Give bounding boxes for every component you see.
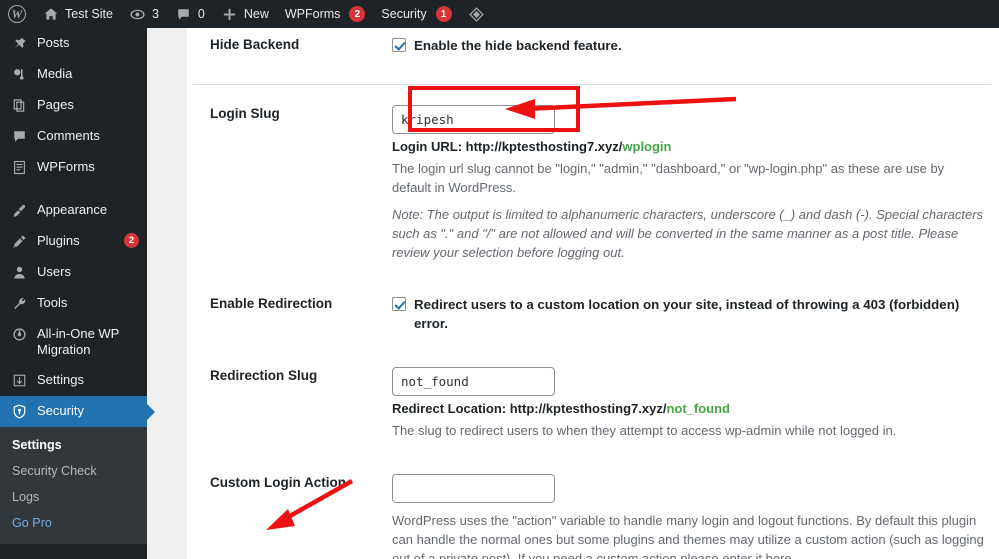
shield-icon xyxy=(10,403,28,420)
wpforms-badge: 2 xyxy=(349,6,366,22)
settings-icon xyxy=(10,372,28,389)
plugins-update-badge: 2 xyxy=(124,233,139,248)
redirection-slug-input[interactable] xyxy=(392,367,555,396)
migration-icon xyxy=(10,326,28,343)
row-divider xyxy=(193,84,991,85)
security-label: Security xyxy=(381,7,427,21)
submenu-item-security-check[interactable]: Security Check xyxy=(0,458,147,484)
enable-redirection-label: Enable Redirection xyxy=(210,296,333,311)
hide-backend-checkbox-label: Enable the hide backend feature. xyxy=(414,38,622,53)
sidebar-item-security[interactable]: Security xyxy=(0,396,147,427)
updates-icon xyxy=(129,5,147,23)
wpforms-label: WPForms xyxy=(284,7,341,21)
row-hide-backend: Hide Backend Enable the hide backend fea… xyxy=(187,28,999,63)
sidebar-label: All-in-One WP Migration xyxy=(37,326,120,357)
brush-icon xyxy=(10,202,28,219)
security-submenu: Settings Security Check Logs Go Pro xyxy=(0,427,147,544)
sidebar-label: Security xyxy=(37,403,84,418)
submenu-item-settings[interactable]: Settings xyxy=(0,432,147,458)
custom-login-action-label: Custom Login Action xyxy=(210,475,346,490)
comments-menu[interactable]: 0 xyxy=(167,0,213,28)
sidebar-item-plugins[interactable]: Plugins 2 xyxy=(0,226,147,257)
login-slug-label: Login Slug xyxy=(210,106,280,121)
admin-sidebar: Posts Media Pages Comments WPForms Appea… xyxy=(0,28,147,559)
new-content-menu[interactable]: New xyxy=(213,0,277,28)
admin-bar: W Test Site 3 0 New WPForms 2 Security 1 xyxy=(0,0,999,28)
wp-logo-menu[interactable]: W xyxy=(0,0,34,28)
security-menu[interactable]: Security 1 xyxy=(373,0,459,28)
row-enable-redirection: Enable Redirection Redirect users to a c… xyxy=(187,287,999,341)
comment-icon xyxy=(175,5,193,23)
redirect-location-line: Redirect Location: http://kptesthosting7… xyxy=(392,400,985,418)
user-icon xyxy=(10,264,28,281)
home-icon xyxy=(42,5,60,23)
site-name-label: Test Site xyxy=(65,7,113,21)
submenu-item-go-pro[interactable]: Go Pro xyxy=(0,510,147,536)
sidebar-label: Plugins xyxy=(37,233,80,248)
enable-redirection-checkbox-label: Redirect users to a custom location on y… xyxy=(414,297,960,331)
hide-backend-label: Hide Backend xyxy=(210,37,300,52)
sidebar-label: Appearance xyxy=(37,202,108,217)
sidebar-label: Pages xyxy=(37,97,74,112)
wrench-icon xyxy=(10,295,28,312)
login-slug-note: Note: The output is limited to alphanume… xyxy=(392,207,984,260)
redirection-slug-help: The slug to redirect users to when they … xyxy=(392,423,897,438)
sidebar-item-comments[interactable]: Comments xyxy=(0,121,147,152)
sidebar-item-settings[interactable]: Settings xyxy=(0,365,147,396)
gem-menu[interactable] xyxy=(460,0,494,28)
row-login-slug: Login Slug Login URL: http://kptesthosti… xyxy=(187,97,999,270)
sidebar-item-tools[interactable]: Tools xyxy=(0,288,147,319)
sidebar-item-all-in-one-wp-migration[interactable]: All-in-One WP Migration xyxy=(0,319,147,365)
sidebar-label: Comments xyxy=(37,128,100,143)
new-content-label: New xyxy=(243,7,269,21)
redirect-url-prefix: Redirect Location: http://kptesthosting7… xyxy=(392,401,667,416)
sidebar-item-posts[interactable]: Posts xyxy=(0,28,147,59)
pages-icon xyxy=(10,97,28,114)
sidebar-label: Tools xyxy=(37,295,68,310)
settings-content: Hide Backend Enable the hide backend fea… xyxy=(187,28,999,559)
media-icon xyxy=(10,66,28,83)
wordpress-logo-icon: W xyxy=(8,5,26,23)
sidebar-label: Users xyxy=(37,264,71,279)
wordpress-admin-screen: W Test Site 3 0 New WPForms 2 Security 1… xyxy=(0,0,999,559)
plus-icon xyxy=(221,5,239,23)
sidebar-separator xyxy=(0,183,147,195)
submenu-item-logs[interactable]: Logs xyxy=(0,484,147,510)
updates-menu[interactable]: 3 xyxy=(121,0,167,28)
login-url-prefix: Login URL: http://kptesthosting7.xyz/ xyxy=(392,139,623,154)
sidebar-item-media[interactable]: Media xyxy=(0,59,147,90)
login-url-line: Login URL: http://kptesthosting7.xyz/wpl… xyxy=(392,138,985,156)
custom-login-action-help: WordPress uses the "action" variable to … xyxy=(392,513,984,559)
login-slug-help: The login url slug cannot be "login," "a… xyxy=(392,161,945,195)
sidebar-label: Media xyxy=(37,66,73,81)
plug-icon xyxy=(10,233,28,250)
hide-backend-checkbox[interactable] xyxy=(392,38,406,52)
comment-icon xyxy=(10,128,28,145)
updates-count: 3 xyxy=(151,7,159,21)
wpforms-menu[interactable]: WPForms 2 xyxy=(277,0,374,28)
sidebar-item-wpforms[interactable]: WPForms xyxy=(0,152,147,183)
redirect-url-slug: not_found xyxy=(666,401,731,416)
wpforms-icon xyxy=(10,159,28,176)
sidebar-item-pages[interactable]: Pages xyxy=(0,90,147,121)
security-badge: 1 xyxy=(435,6,452,22)
redirection-slug-label: Redirection Slug xyxy=(210,368,318,383)
sidebar-item-appearance[interactable]: Appearance xyxy=(0,195,147,226)
row-redirection-slug: Redirection Slug Redirect Location: http… xyxy=(187,359,999,448)
login-url-slug: wplogin xyxy=(622,139,672,154)
pin-icon xyxy=(10,35,28,52)
site-name-menu[interactable]: Test Site xyxy=(34,0,121,28)
row-custom-login-action: Custom Login Action WordPress uses the "… xyxy=(187,466,999,559)
sidebar-label: Settings xyxy=(37,372,84,387)
enable-redirection-checkbox[interactable] xyxy=(392,297,406,311)
custom-login-action-input[interactable] xyxy=(392,474,555,503)
sidebar-item-users[interactable]: Users xyxy=(0,257,147,288)
sidebar-label: WPForms xyxy=(37,159,95,174)
sidebar-label: Posts xyxy=(37,35,70,50)
login-slug-input[interactable] xyxy=(392,105,555,134)
gem-icon xyxy=(468,5,486,23)
comments-count: 0 xyxy=(197,7,205,21)
